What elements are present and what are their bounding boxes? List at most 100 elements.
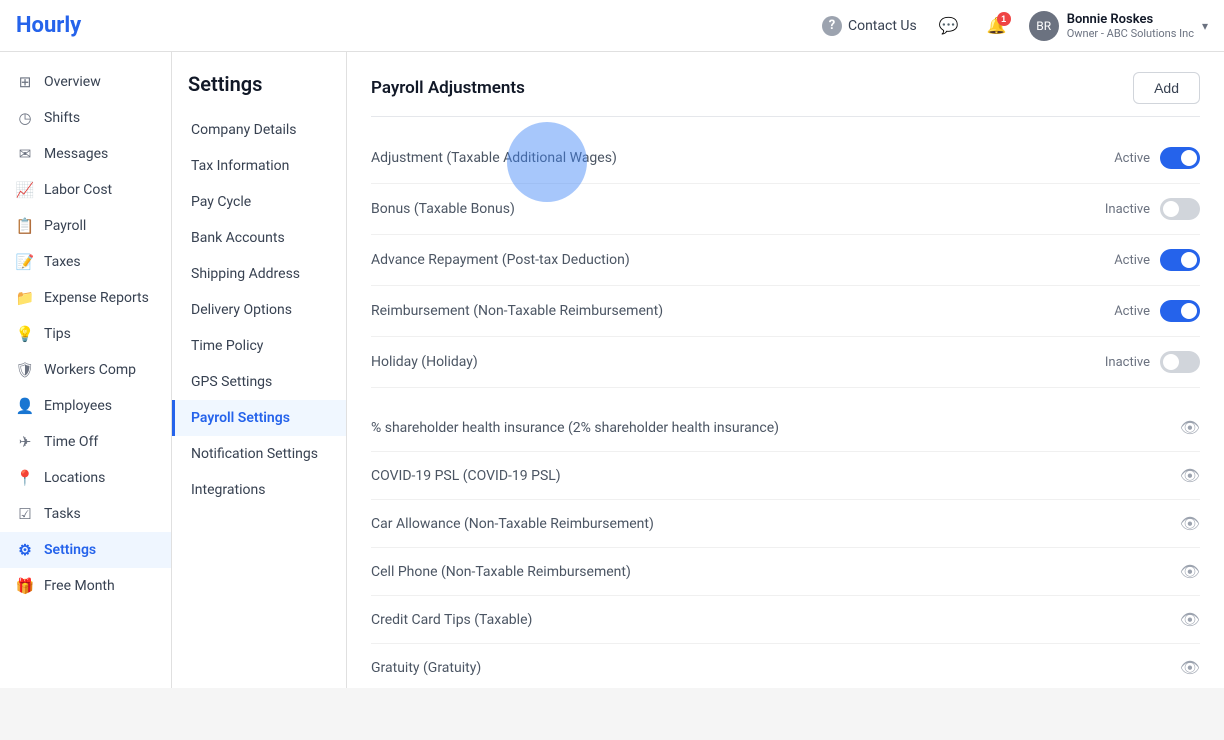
chevron-down-icon: ▾: [1202, 19, 1208, 33]
add-adjustment-button[interactable]: Add: [1133, 72, 1200, 104]
table-row: COVID-19 PSL (COVID-19 PSL) 👁: [371, 452, 1200, 500]
sidebar-item-label: Tips: [44, 326, 71, 342]
status-badge: Inactive: [1105, 202, 1150, 217]
payroll-icon: 📋: [16, 217, 34, 235]
sidebar-item-employees[interactable]: 👤 Employees: [0, 388, 171, 424]
adjustment-controls: Active: [1114, 249, 1200, 271]
settings-nav-time-policy[interactable]: Time Policy: [172, 328, 346, 364]
sidebar-item-label: Locations: [44, 470, 105, 486]
status-badge: Active: [1114, 253, 1150, 268]
eye-icon[interactable]: 👁: [1180, 562, 1200, 581]
main-layout: ⊞ Overview ◷ Shifts ✉ Messages 📈 Labor C…: [0, 52, 1224, 688]
sidebar-item-label: Time Off: [44, 434, 98, 450]
adjustment-name: Cell Phone (Non-Taxable Reimbursement): [371, 564, 631, 580]
contact-us-label: Contact Us: [848, 18, 917, 34]
sidebar-item-expense-reports[interactable]: 📁 Expense Reports: [0, 280, 171, 316]
settings-nav-notification-settings[interactable]: Notification Settings: [172, 436, 346, 472]
notifications-btn[interactable]: 🔔 1: [981, 10, 1013, 42]
contact-us-btn[interactable]: ? Contact Us: [822, 16, 917, 36]
adjustment-controls: Inactive: [1105, 351, 1200, 373]
sidebar-item-shifts[interactable]: ◷ Shifts: [0, 100, 171, 136]
table-row: Cell Phone (Non-Taxable Reimbursement) 👁: [371, 548, 1200, 596]
main-sidebar: ⊞ Overview ◷ Shifts ✉ Messages 📈 Labor C…: [0, 52, 172, 688]
table-row: % shareholder health insurance (2% share…: [371, 404, 1200, 452]
shifts-icon: ◷: [16, 109, 34, 127]
toggle-switch[interactable]: [1160, 300, 1200, 322]
eye-icon[interactable]: 👁: [1180, 514, 1200, 533]
sidebar-item-overview[interactable]: ⊞ Overview: [0, 64, 171, 100]
table-row: Bonus (Taxable Bonus) Inactive: [371, 184, 1200, 235]
main-content: Settings Company DetailsTax InformationP…: [172, 52, 1224, 688]
settings-nav-bank-accounts[interactable]: Bank Accounts: [172, 220, 346, 256]
toggle-switch[interactable]: [1160, 147, 1200, 169]
eye-icon[interactable]: 👁: [1180, 610, 1200, 629]
tips-icon: 💡: [16, 325, 34, 343]
settings-nav-company-details[interactable]: Company Details: [172, 112, 346, 148]
sidebar-item-locations[interactable]: 📍 Locations: [0, 460, 171, 496]
sidebar-item-free-month[interactable]: 🎁 Free Month: [0, 568, 171, 604]
tasks-icon: ☑: [16, 505, 34, 523]
toggle-rows-container: Adjustment (Taxable Additional Wages) Ac…: [371, 133, 1200, 388]
table-row: Reimbursement (Non-Taxable Reimbursement…: [371, 286, 1200, 337]
sidebar-item-label: Workers Comp: [44, 362, 136, 378]
section-header: Payroll Adjustments Add: [371, 72, 1200, 117]
sidebar-item-label: Overview: [44, 74, 101, 90]
avatar: BR: [1029, 11, 1059, 41]
adjustment-controls: Active: [1114, 147, 1200, 169]
toggle-switch[interactable]: [1160, 198, 1200, 220]
sidebar-item-tasks[interactable]: ☑ Tasks: [0, 496, 171, 532]
sidebar-item-label: Taxes: [44, 254, 81, 270]
eye-icon[interactable]: 👁: [1180, 658, 1200, 677]
settings-container: Settings Company DetailsTax InformationP…: [172, 52, 1224, 688]
settings-nav-payroll-settings[interactable]: Payroll Settings: [172, 400, 346, 436]
eye-rows-container: % shareholder health insurance (2% share…: [371, 404, 1200, 688]
settings-nav-shipping-address[interactable]: Shipping Address: [172, 256, 346, 292]
table-row: Advance Repayment (Post-tax Deduction) A…: [371, 235, 1200, 286]
sidebar-item-labor-cost[interactable]: 📈 Labor Cost: [0, 172, 171, 208]
employees-icon: 👤: [16, 397, 34, 415]
user-info: Bonnie Roskes Owner - ABC Solutions Inc: [1067, 12, 1194, 40]
sidebar-item-label: Payroll: [44, 218, 86, 234]
app-header: Hourly ? Contact Us 💬 🔔 1 BR Bonnie Rosk…: [0, 0, 1224, 52]
settings-icon: ⚙: [16, 541, 34, 559]
expense-reports-icon: 📁: [16, 289, 34, 307]
sidebar-item-label: Labor Cost: [44, 182, 112, 198]
sidebar-item-taxes[interactable]: 📝 Taxes: [0, 244, 171, 280]
sidebar-item-label: Free Month: [44, 578, 115, 594]
eye-icon[interactable]: 👁: [1180, 466, 1200, 485]
toggle-switch[interactable]: [1160, 351, 1200, 373]
adjustment-controls: Inactive: [1105, 198, 1200, 220]
sidebar-item-payroll[interactable]: 📋 Payroll: [0, 208, 171, 244]
adjustment-name: Adjustment (Taxable Additional Wages): [371, 150, 617, 166]
status-badge: Inactive: [1105, 355, 1150, 370]
workers-comp-icon: 🛡: [16, 361, 34, 379]
adjustment-name: Gratuity (Gratuity): [371, 660, 481, 676]
free-month-icon: 🎁: [16, 577, 34, 595]
sidebar-item-label: Employees: [44, 398, 112, 414]
status-badge: Active: [1114, 151, 1150, 166]
header-right: ? Contact Us 💬 🔔 1 BR Bonnie Roskes Owne…: [822, 10, 1208, 42]
user-menu[interactable]: BR Bonnie Roskes Owner - ABC Solutions I…: [1029, 11, 1208, 41]
avatar-initials: BR: [1036, 19, 1051, 33]
taxes-icon: 📝: [16, 253, 34, 271]
toggle-switch[interactable]: [1160, 249, 1200, 271]
sidebar-item-settings[interactable]: ⚙ Settings: [0, 532, 171, 568]
settings-sidebar: Settings Company DetailsTax InformationP…: [172, 52, 347, 688]
sidebar-item-tips[interactable]: 💡 Tips: [0, 316, 171, 352]
app-logo: Hourly: [16, 13, 81, 38]
sidebar-item-time-off[interactable]: ✈ Time Off: [0, 424, 171, 460]
adjustment-name: COVID-19 PSL (COVID-19 PSL): [371, 468, 561, 484]
settings-nav-pay-cycle[interactable]: Pay Cycle: [172, 184, 346, 220]
settings-nav-gps-settings[interactable]: GPS Settings: [172, 364, 346, 400]
overview-icon: ⊞: [16, 73, 34, 91]
settings-nav-integrations[interactable]: Integrations: [172, 472, 346, 508]
adjustment-controls: Active: [1114, 300, 1200, 322]
settings-nav-delivery-options[interactable]: Delivery Options: [172, 292, 346, 328]
sidebar-item-messages[interactable]: ✉ Messages: [0, 136, 171, 172]
messages-icon: ✉: [16, 145, 34, 163]
table-row: Gratuity (Gratuity) 👁: [371, 644, 1200, 688]
eye-icon[interactable]: 👁: [1180, 418, 1200, 437]
sidebar-item-workers-comp[interactable]: 🛡 Workers Comp: [0, 352, 171, 388]
messages-btn[interactable]: 💬: [933, 10, 965, 42]
settings-nav-tax-information[interactable]: Tax Information: [172, 148, 346, 184]
